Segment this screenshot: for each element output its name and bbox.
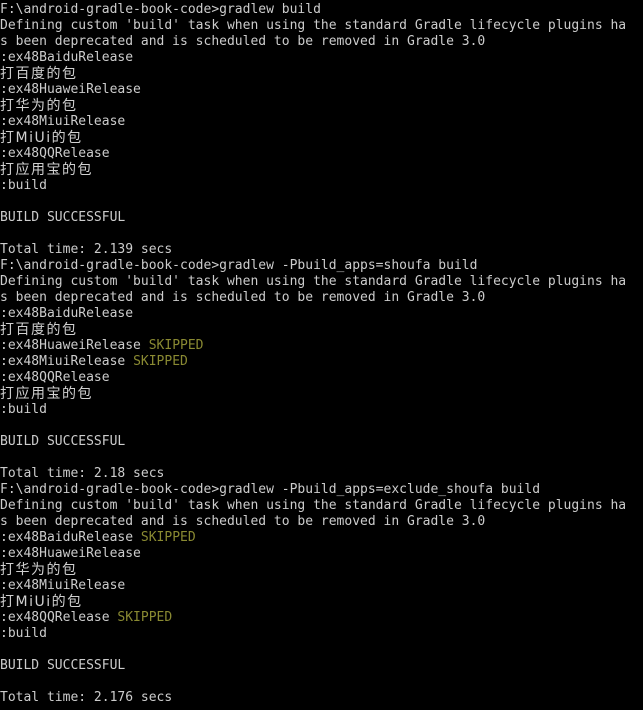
- terminal-line: 打应用宝的包: [0, 386, 643, 402]
- terminal-line: :ex48BaiduRelease: [0, 50, 643, 66]
- terminal-text: 打百度的包: [0, 322, 78, 338]
- skipped-status-label: SKIPPED: [140, 530, 196, 545]
- terminal-line: F:\android-gradle-book-code>gradlew buil…: [0, 2, 643, 18]
- terminal-line: s been deprecated and is scheduled to be…: [0, 514, 643, 530]
- terminal-text: 打华为的包: [0, 562, 78, 578]
- terminal-text: s been deprecated and is scheduled to be…: [0, 34, 486, 49]
- terminal-line: BUILD SUCCESSFUL: [0, 434, 643, 450]
- terminal-text: BUILD SUCCESSFUL: [0, 434, 126, 449]
- terminal-line: :ex48MiuiRelease SKIPPED: [0, 354, 643, 370]
- terminal-text: 打百度的包: [0, 66, 78, 82]
- terminal-text: :ex48MiuiRelease: [0, 578, 126, 593]
- terminal-line: :ex48BaiduRelease: [0, 306, 643, 322]
- terminal-text: F:\android-gradle-book-code>gradlew -Pbu…: [0, 482, 541, 497]
- terminal-line: 打MiUi的包: [0, 130, 643, 146]
- terminal-text: :build: [0, 402, 47, 417]
- terminal-text: Total time: 2.176 secs: [0, 690, 173, 705]
- terminal-text: 打华为的包: [0, 98, 78, 114]
- terminal-text: :ex48QQRelease: [0, 610, 118, 625]
- terminal-line: 打华为的包: [0, 98, 643, 114]
- terminal-text: 打MiUi的包: [0, 130, 83, 146]
- terminal-text: Defining custom 'build' task when using …: [0, 498, 627, 513]
- terminal-text: :ex48HuaweiRelease: [0, 82, 141, 97]
- terminal-line: Total time: 2.176 secs: [0, 690, 643, 706]
- terminal-text: F:\android-gradle-book-code>gradlew -Pbu…: [0, 258, 478, 273]
- terminal-line: :ex48MiuiRelease: [0, 578, 643, 594]
- terminal-line: s been deprecated and is scheduled to be…: [0, 290, 643, 306]
- terminal-text: :ex48BaiduRelease: [0, 50, 134, 65]
- terminal-text: :ex48QQRelease: [0, 146, 110, 161]
- terminal-text: :ex48QQRelease: [0, 370, 110, 385]
- terminal-line: Defining custom 'build' task when using …: [0, 18, 643, 34]
- skipped-status-label: SKIPPED: [148, 338, 204, 353]
- terminal-text: Total time: 2.18 secs: [0, 466, 165, 481]
- terminal-line: Total time: 2.18 secs: [0, 466, 643, 482]
- terminal-line: :build: [0, 626, 643, 642]
- terminal-text: :ex48BaiduRelease: [0, 306, 134, 321]
- terminal-line: 打百度的包: [0, 322, 643, 338]
- terminal-text: F:\android-gradle-book-code>gradlew buil…: [0, 2, 321, 17]
- terminal-line: :ex48QQRelease: [0, 146, 643, 162]
- terminal-window[interactable]: F:\android-gradle-book-code>gradlew buil…: [0, 0, 643, 710]
- skipped-status-label: SKIPPED: [133, 354, 188, 369]
- terminal-text: BUILD SUCCESSFUL: [0, 658, 126, 673]
- terminal-text: :ex48MiuiRelease: [0, 114, 126, 129]
- terminal-line: 打应用宝的包: [0, 162, 643, 178]
- terminal-text: :ex48MiuiRelease: [0, 354, 134, 369]
- terminal-text: s been deprecated and is scheduled to be…: [0, 290, 486, 305]
- terminal-text: :ex48BaiduRelease: [0, 530, 141, 545]
- terminal-text: Total time: 2.139 secs: [0, 242, 173, 257]
- terminal-line: :ex48HuaweiRelease: [0, 82, 643, 98]
- terminal-text: 打应用宝的包: [0, 386, 93, 402]
- terminal-output-buffer[interactable]: F:\android-gradle-book-code>gradlew buil…: [0, 2, 643, 706]
- terminal-text: s been deprecated and is scheduled to be…: [0, 514, 486, 529]
- terminal-line: 打百度的包: [0, 66, 643, 82]
- terminal-text: :ex48HuaweiRelease: [0, 546, 141, 561]
- terminal-line: Defining custom 'build' task when using …: [0, 274, 643, 290]
- terminal-line: :ex48QQRelease SKIPPED: [0, 610, 643, 626]
- terminal-line: :ex48QQRelease: [0, 370, 643, 386]
- terminal-line: :build: [0, 178, 643, 194]
- terminal-text: BUILD SUCCESSFUL: [0, 210, 126, 225]
- terminal-line: Total time: 2.139 secs: [0, 242, 643, 258]
- terminal-line: :ex48HuaweiRelease SKIPPED: [0, 338, 643, 354]
- terminal-line: F:\android-gradle-book-code>gradlew -Pbu…: [0, 482, 643, 498]
- terminal-text: Defining custom 'build' task when using …: [0, 18, 627, 33]
- terminal-line: s been deprecated and is scheduled to be…: [0, 34, 643, 50]
- terminal-line: 打华为的包: [0, 562, 643, 578]
- skipped-status-label: SKIPPED: [117, 610, 173, 625]
- terminal-line: 打MiUi的包: [0, 594, 643, 610]
- terminal-text: :build: [0, 626, 47, 641]
- terminal-text: :ex48HuaweiRelease: [0, 338, 149, 353]
- terminal-line: F:\android-gradle-book-code>gradlew -Pbu…: [0, 258, 643, 274]
- terminal-line: :ex48MiuiRelease: [0, 114, 643, 130]
- terminal-line: Defining custom 'build' task when using …: [0, 498, 643, 514]
- terminal-line: :build: [0, 402, 643, 418]
- terminal-line: BUILD SUCCESSFUL: [0, 658, 643, 674]
- terminal-line: :ex48HuaweiRelease: [0, 546, 643, 562]
- terminal-text: 打MiUi的包: [0, 594, 83, 610]
- terminal-text: 打应用宝的包: [0, 162, 93, 178]
- terminal-line: BUILD SUCCESSFUL: [0, 210, 643, 226]
- terminal-line: :ex48BaiduRelease SKIPPED: [0, 530, 643, 546]
- terminal-text: :build: [0, 178, 47, 193]
- terminal-text: Defining custom 'build' task when using …: [0, 274, 627, 289]
